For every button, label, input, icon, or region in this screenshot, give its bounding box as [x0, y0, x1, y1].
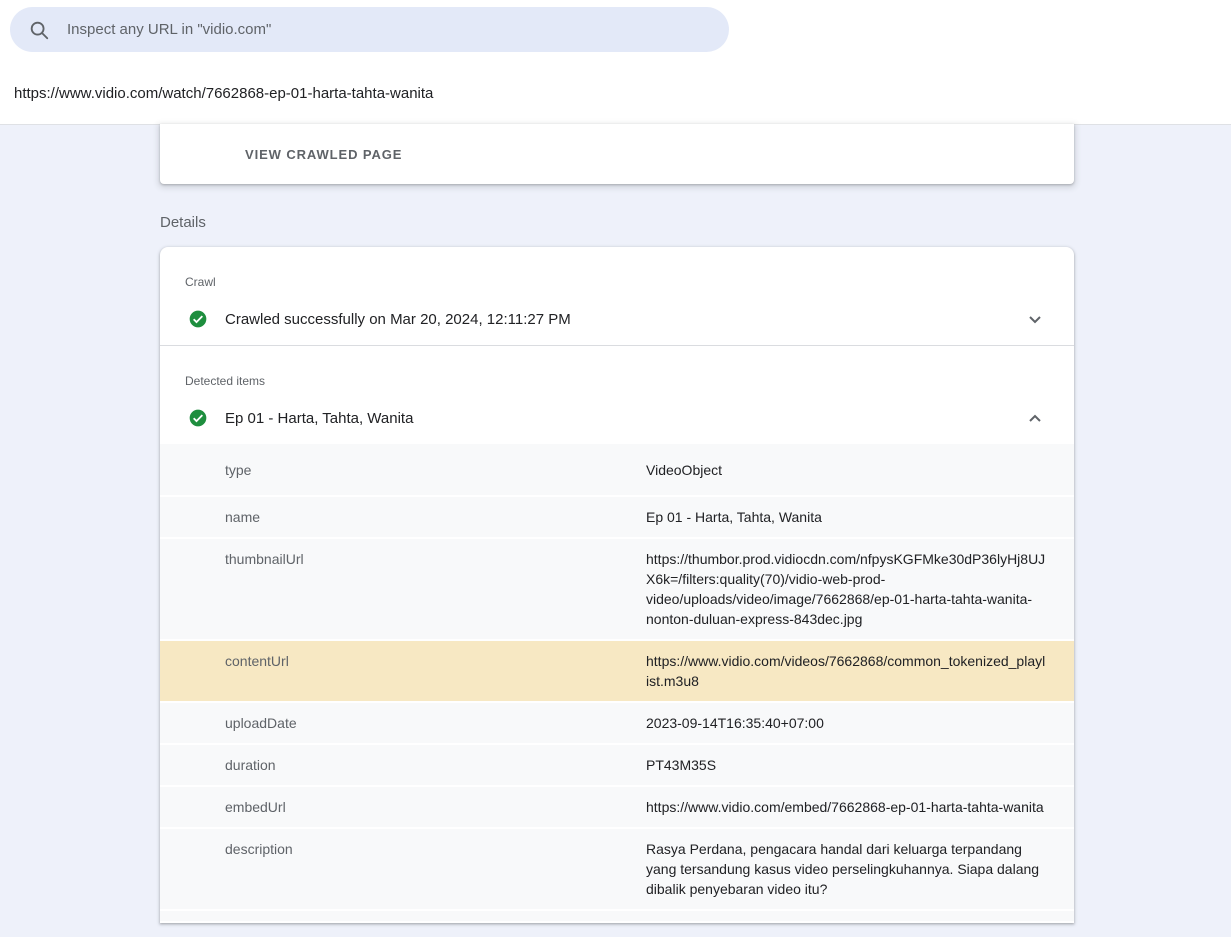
property-key: name [160, 507, 646, 527]
property-row[interactable]: type VideoObject [160, 444, 1074, 497]
detected-item-properties-table: type VideoObject name Ep 01 - Harta, Tah… [160, 444, 1074, 911]
chevron-down-icon [1023, 307, 1047, 331]
property-key: type [160, 460, 646, 480]
property-row[interactable]: description Rasya Perdana, pengacara han… [160, 829, 1074, 911]
chevron-up-icon [1023, 406, 1047, 430]
url-inspection-search-bar[interactable] [10, 7, 729, 52]
details-heading: Details [160, 214, 1231, 231]
crawl-section-label: Crawl [160, 247, 1074, 289]
property-key: contentUrl [160, 651, 646, 691]
crawl-status-text: Crawled successfully on Mar 20, 2024, 12… [225, 311, 1021, 328]
property-key: thumbnailUrl [160, 549, 646, 629]
property-value: VideoObject [646, 460, 1074, 480]
search-icon [28, 19, 50, 41]
property-value: https://www.vidio.com/videos/7662868/com… [646, 651, 1074, 691]
inspected-url: https://www.vidio.com/watch/7662868-ep-0… [14, 85, 433, 102]
property-key: uploadDate [160, 713, 646, 733]
crawl-expand-button[interactable] [1021, 305, 1049, 333]
property-row[interactable]: thumbnailUrl https://thumbor.prod.vidioc… [160, 539, 1074, 641]
detected-item-row[interactable]: Ep 01 - Harta, Tahta, Wanita [160, 392, 1074, 444]
property-value: 2023-09-14T16:35:40+07:00 [646, 713, 1074, 733]
view-crawled-page-button[interactable]: VIEW CRAWLED PAGE [245, 147, 402, 162]
property-row[interactable]: embedUrl https://www.vidio.com/embed/766… [160, 787, 1074, 829]
property-row[interactable]: contentUrl https://www.vidio.com/videos/… [160, 641, 1074, 703]
property-row-partial [160, 911, 1074, 923]
details-card: Crawl Crawled successfully on Mar 20, 20… [160, 247, 1074, 923]
detected-item-collapse-button[interactable] [1021, 404, 1049, 432]
property-row[interactable]: uploadDate 2023-09-14T16:35:40+07:00 [160, 703, 1074, 745]
property-key: duration [160, 755, 646, 775]
property-value: https://thumbor.prod.vidiocdn.com/nfpysK… [646, 549, 1074, 629]
property-row[interactable]: duration PT43M35S [160, 745, 1074, 787]
crawl-status-row[interactable]: Crawled successfully on Mar 20, 2024, 12… [160, 293, 1074, 345]
property-value: Rasya Perdana, pengacara handal dari kel… [646, 839, 1074, 899]
crawled-page-card: VIEW CRAWLED PAGE [160, 124, 1074, 184]
property-value: Ep 01 - Harta, Tahta, Wanita [646, 507, 1074, 527]
property-value: https://www.vidio.com/embed/7662868-ep-0… [646, 797, 1074, 817]
search-input[interactable] [67, 21, 709, 38]
property-key: description [160, 839, 646, 899]
property-key: embedUrl [160, 797, 646, 817]
success-check-icon [188, 408, 208, 428]
detected-item-title: Ep 01 - Harta, Tahta, Wanita [225, 410, 1021, 427]
property-row[interactable]: name Ep 01 - Harta, Tahta, Wanita [160, 497, 1074, 539]
property-value: PT43M35S [646, 755, 1074, 775]
success-check-icon [188, 309, 208, 329]
detected-items-section-label: Detected items [160, 346, 1074, 388]
url-inspection-header: https://www.vidio.com/watch/7662868-ep-0… [0, 0, 1231, 125]
